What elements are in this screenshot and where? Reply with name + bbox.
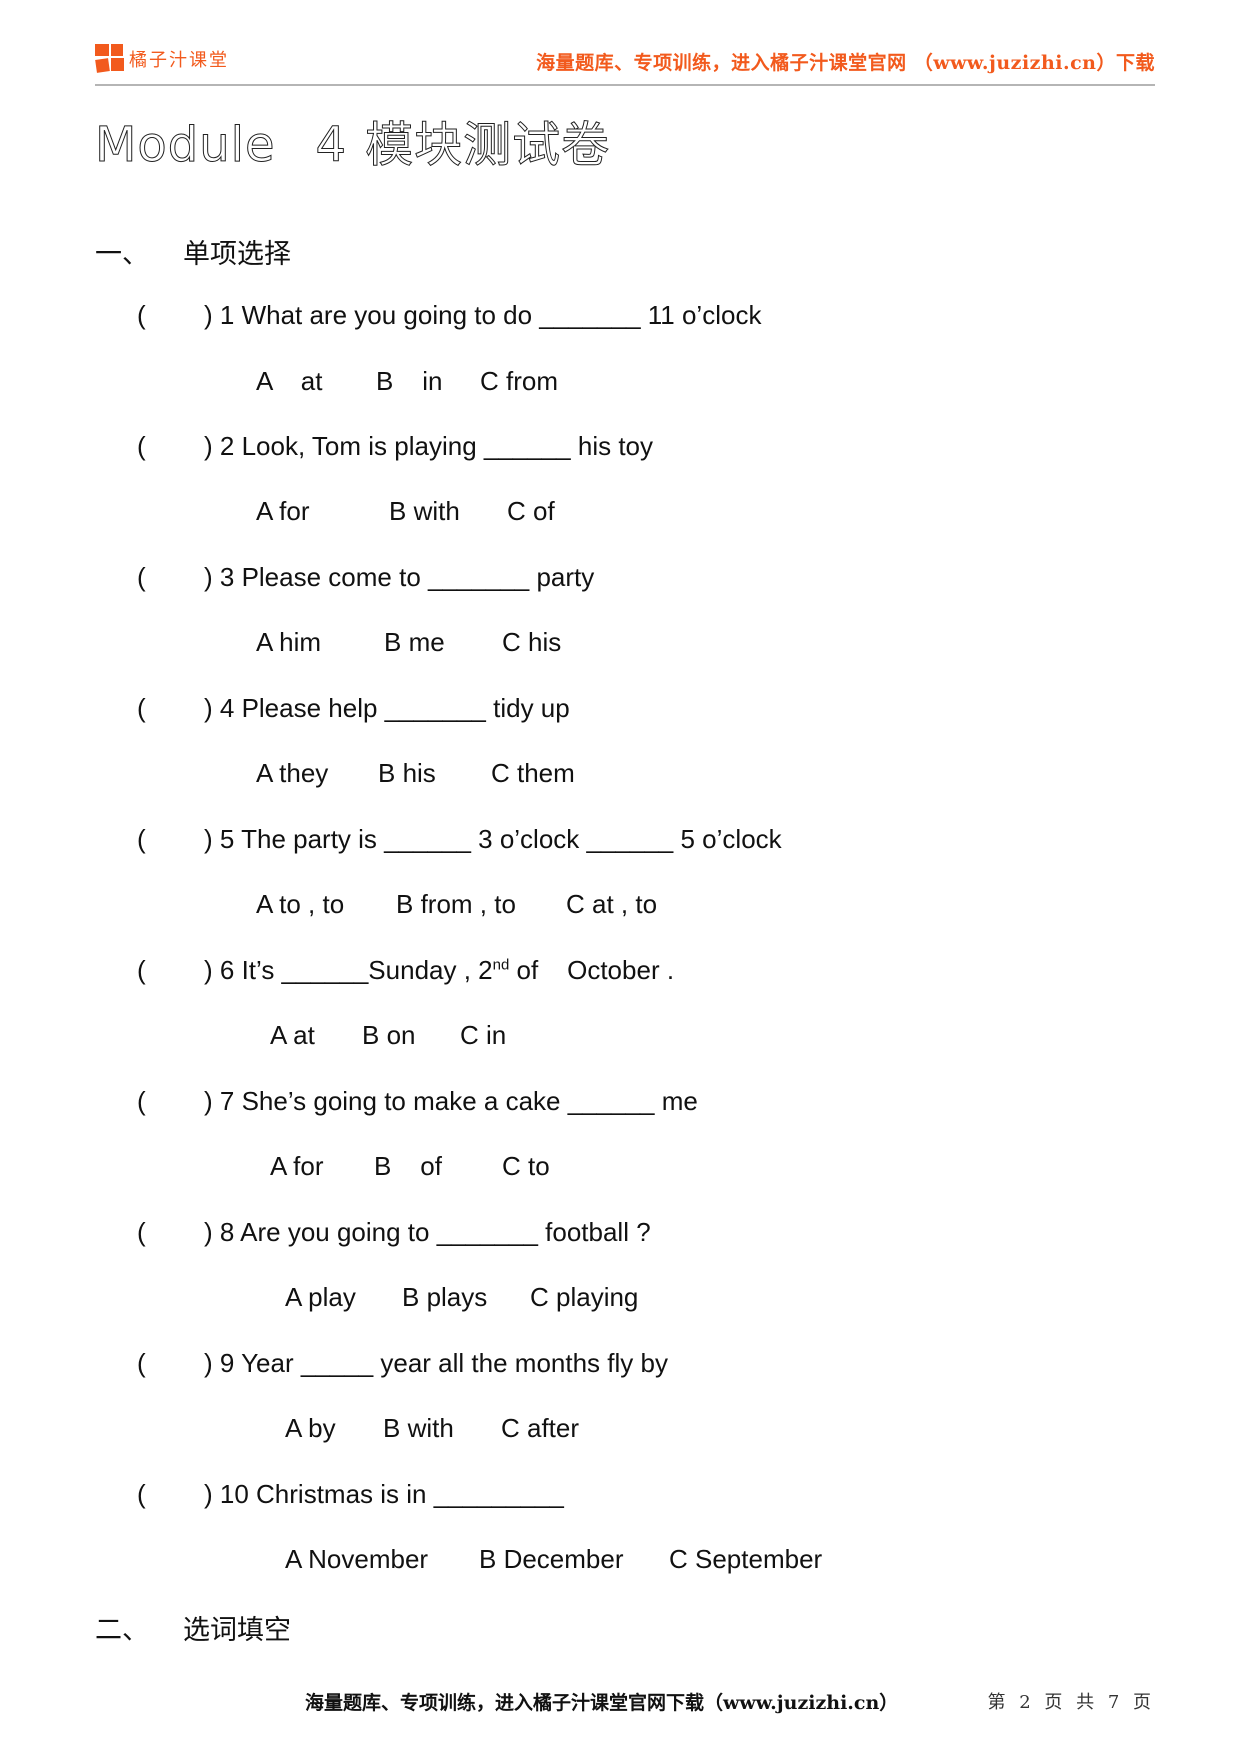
option-c: C in [460,1020,507,1050]
question-9: () 9 Year _____ year all the months fly … [137,1348,668,1379]
option-a: A to , to [256,889,345,919]
option-a: A play [285,1282,356,1312]
option-c: C them [491,758,575,788]
answer-blank[interactable]: ( [137,1217,204,1248]
question-8: () 8 Are you going to _______ football ? [137,1217,651,1248]
options-3: A him B me C his [256,627,561,658]
question-text: ) 3 Please come to _______ party [204,562,595,592]
option-c: C of [507,496,555,526]
options-2: A for B with C of [256,496,555,527]
question-text: ) 9 Year _____ year all the months fly b… [204,1348,668,1378]
section-heading: 一、 单项选择 [95,232,291,271]
section-index: 一、 [95,239,149,270]
option-c: C from [480,366,558,396]
option-b: B with [389,496,460,526]
header-slogan: 海量题库、专项训练，进入橘子汁课堂官网 （www.juzizhi.cn）下载 [536,52,1155,74]
answer-blank[interactable]: ( [137,300,204,331]
title-module: Module [95,117,276,174]
option-b: B his [378,758,436,788]
question-text: ) 1 What are you going to do _______ 11 … [204,300,762,330]
option-c: C after [501,1413,580,1443]
question-text: ) 4 Please help _______ tidy up [204,693,570,723]
option-a: A November [285,1544,429,1574]
section-title: 单项选择 [183,239,291,270]
options-7: A for B of C to [270,1151,550,1182]
footer-text: 海量题库、专项训练，进入橘子汁课堂官网下载（www.juzizhi.cn） [305,1692,899,1714]
section-heading: 二、 选词填空 [95,1608,291,1647]
options-6: A at B on C in [270,1020,506,1051]
option-b: B of [374,1151,442,1181]
option-a: A at [256,366,323,396]
question-1: () 1 What are you going to do _______ 11… [137,300,761,331]
answer-blank[interactable]: ( [137,562,204,593]
answer-blank[interactable]: ( [137,1479,204,1510]
options-10: A November B December C September [285,1544,822,1575]
option-c: C playing [530,1282,639,1312]
option-a: A him [256,627,322,657]
question-text: ) 5 The party is ______ 3 o’clock ______… [204,824,782,854]
question-10: () 10 Christmas is in _________ [137,1479,564,1510]
question-text: ) 8 Are you going to _______ football ? [204,1217,651,1247]
answer-blank[interactable]: ( [137,824,204,855]
options-5: A to , to B from , to C at , to [256,889,657,920]
option-b: B me [384,627,445,657]
title-subtitle: 模块测试卷 [365,117,611,174]
four-squares-logo-icon [95,44,125,74]
options-9: A by B with C after [285,1413,579,1444]
question-text-end: of October . [509,955,675,985]
option-c: C September [669,1544,823,1574]
option-b: B December [479,1544,624,1574]
answer-blank[interactable]: ( [137,1086,204,1117]
section-title: 选词填空 [183,1615,291,1646]
answer-blank[interactable]: ( [137,431,204,462]
question-3: () 3 Please come to _______ party [137,562,594,593]
answer-blank[interactable]: ( [137,955,204,986]
page-title: Module 4 模块测试卷 [95,105,610,175]
question-5: () 5 The party is ______ 3 o’clock _____… [137,824,782,855]
question-text: ) 2 Look, Tom is playing ______ his toy [204,431,654,461]
answer-blank[interactable]: ( [137,1348,204,1379]
question-4: () 4 Please help _______ tidy up [137,693,570,724]
answer-blank[interactable]: ( [137,693,204,724]
page-header: 橘子汁课堂 海量题库、专项训练，进入橘子汁课堂官网 （www.juzizhi.c… [95,40,1155,86]
question-2: () 2 Look, Tom is playing ______ his toy [137,431,653,462]
option-a: A they [256,758,329,788]
brand-name: 橘子汁课堂 [129,50,229,71]
page-number: 第 2 页 共 7 页 [987,1692,1155,1713]
question-7: () 7 She’s going to make a cake ______ m… [137,1086,698,1117]
question-text: ) 6 It’s ______Sunday , 2 [204,955,493,985]
option-a: A by [285,1413,336,1443]
question-text: ) 10 Christmas is in _________ [204,1479,564,1509]
option-b: B from , to [396,889,516,919]
section-index: 二、 [95,1615,149,1646]
option-c: C to [502,1151,550,1181]
options-4: A they B his C them [256,758,575,789]
option-a: A at [270,1020,315,1050]
option-a: A for [256,496,310,526]
option-b: B in [376,366,443,396]
options-1: A at B in C from [256,366,558,397]
option-c: C at , to [566,889,658,919]
title-number: 4 [315,117,348,174]
option-a: A for [270,1151,324,1181]
ordinal-suffix: nd [492,956,510,974]
question-text: ) 7 She’s going to make a cake ______ me [204,1086,698,1116]
option-b: B on [362,1020,416,1050]
option-b: B plays [402,1282,488,1312]
option-c: C his [502,627,562,657]
question-6: () 6 It’s ______Sunday , 2nd of October … [137,955,674,986]
brand-logo: 橘子汁课堂 [95,44,229,74]
option-b: B with [383,1413,454,1443]
options-8: A play B plays C playing [285,1282,638,1313]
